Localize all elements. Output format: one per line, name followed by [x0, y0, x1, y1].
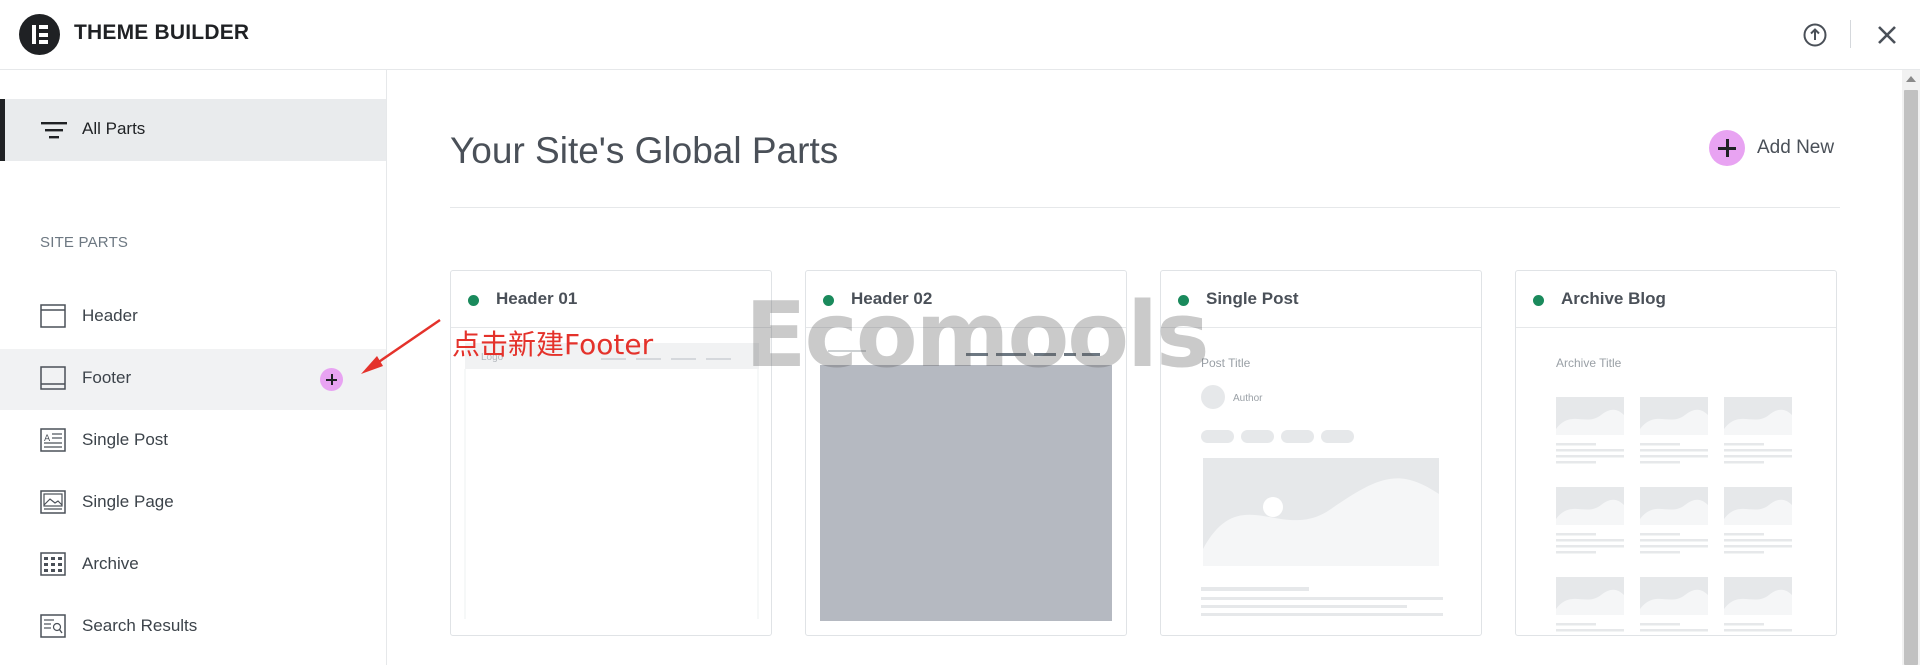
vertical-scrollbar[interactable] — [1902, 70, 1920, 665]
card-preview: Archive Title — [1516, 329, 1836, 635]
status-dot — [468, 295, 479, 306]
card-preview: Logo — [451, 329, 771, 635]
card-title: Header 01 — [496, 289, 578, 308]
top-bar: THEME BUILDER — [0, 0, 1920, 70]
sidebar-item-search-results[interactable]: Search Results — [0, 597, 386, 658]
annotation-arrow-icon — [361, 318, 441, 374]
single-page-icon — [40, 490, 66, 514]
sidebar-item-header[interactable]: Header — [0, 287, 386, 348]
preview-author: Author — [1233, 393, 1263, 404]
single-post-icon: A — [40, 428, 66, 452]
header-layout-icon — [40, 304, 66, 328]
template-card-single-post[interactable]: Single Post Post Title Author — [1160, 270, 1482, 636]
add-footer-button[interactable] — [320, 368, 343, 391]
card-header: Header 01 — [451, 271, 771, 328]
annotation-text: 点击新建Footer — [452, 328, 654, 361]
card-title: Archive Blog — [1561, 289, 1666, 308]
sidebar-item-label: All Parts — [82, 119, 146, 138]
sidebar-item-label: Header — [82, 306, 138, 325]
divider — [450, 207, 1840, 208]
sidebar-item-single-page[interactable]: Single Page — [0, 473, 386, 534]
preview-archive-title: Archive Title — [1556, 356, 1622, 370]
elementor-logo-icon — [19, 14, 60, 55]
card-header: Single Post — [1161, 271, 1481, 328]
sidebar-item-label: Archive — [82, 554, 139, 573]
plus-icon — [1709, 130, 1745, 166]
page-title: Your Site's Global Parts — [450, 130, 839, 171]
sidebar: All Parts SITE PARTS Header Footer A Sin… — [0, 70, 387, 665]
sidebar-item-label: Single Page — [82, 492, 174, 511]
toolbar-divider — [1850, 20, 1851, 48]
search-results-icon — [40, 614, 66, 638]
app-title: THEME BUILDER — [74, 21, 250, 44]
card-preview: Post Title Author — [1161, 329, 1481, 635]
section-label: SITE PARTS — [40, 234, 129, 251]
preview-post-title: Post Title — [1201, 356, 1251, 370]
status-dot — [1533, 295, 1544, 306]
sidebar-item-single-post[interactable]: A Single Post — [0, 411, 386, 472]
footer-layout-icon — [40, 366, 66, 390]
close-icon[interactable] — [1872, 20, 1902, 50]
template-card-archive-blog[interactable]: Archive Blog Archive Title — [1515, 270, 1837, 636]
sidebar-item-archive[interactable]: Archive — [0, 535, 386, 596]
scrollbar-thumb[interactable] — [1904, 90, 1918, 665]
sidebar-item-label: Single Post — [82, 430, 168, 449]
card-header: Archive Blog — [1516, 271, 1836, 328]
card-title: Single Post — [1206, 289, 1299, 308]
sidebar-item-all-parts[interactable]: All Parts — [0, 99, 386, 161]
scroll-up-arrow-icon[interactable] — [1906, 76, 1916, 82]
sidebar-item-footer[interactable]: Footer — [0, 349, 386, 410]
watermark: Ecomools — [745, 283, 1210, 388]
filter-icon — [41, 122, 67, 139]
archive-grid-icon — [40, 552, 66, 576]
upload-circle-icon[interactable] — [1800, 20, 1830, 50]
sidebar-item-label: Search Results — [82, 616, 198, 635]
add-new-label: Add New — [1757, 137, 1835, 158]
sidebar-item-label: Footer — [82, 368, 132, 387]
